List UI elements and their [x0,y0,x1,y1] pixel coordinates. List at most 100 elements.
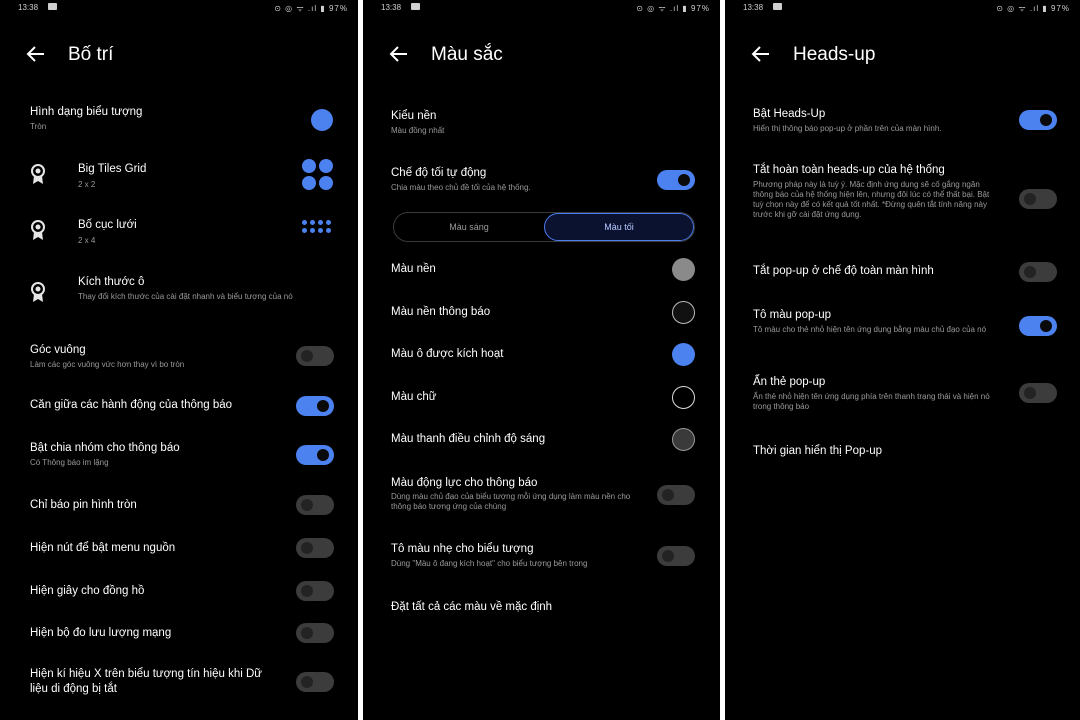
setting-value: 2 x 4 [78,236,96,245]
power-menu-setting[interactable]: Hiện nút để bật menu nguồn [0,537,358,561]
round-battery-toggle[interactable] [296,495,334,515]
setting-description: Có Thông báo im lặng [30,458,109,467]
enable-headsup-setting[interactable]: Bật Heads-Up Hiển thị thông báo pop-up ở… [725,104,1080,140]
status-time: 13:38 [743,3,764,12]
setting-label-continued: liệu di động bị tắt [30,683,117,695]
setting-value: 2 x 2 [78,180,96,189]
app-bar: Heads-up [725,38,1080,70]
active-tile-color-setting[interactable]: Màu ô được kích hoạt [363,343,720,367]
setting-label: Màu nền thông báo [391,306,491,318]
setting-label: Hiện kí hiệu X trên biểu tượng tín hiệu … [30,668,262,680]
center-actions-toggle[interactable] [296,396,334,416]
disable-system-headsup-setting[interactable]: Tắt hoàn toàn heads-up của hệ thống Phươ… [725,160,1080,240]
setting-label: Kích thước ô [78,276,145,288]
dark-colors-tab[interactable]: Màu tối [544,213,694,241]
setting-label: Màu ô được kích hoạt [391,348,504,360]
setting-label: Thời gian hiển thị Pop-up [753,445,883,457]
notification-bg-color-setting[interactable]: Màu nền thông báo [363,301,720,325]
clock-seconds-setting[interactable]: Hiện giây cho đồng hồ [0,580,358,604]
tint-icons-setting[interactable]: Tô màu nhẹ cho biểu tượng Dùng "Màu ô đa… [363,540,720,574]
setting-value: Màu đồng nhất [391,126,445,135]
arrow-left-icon [751,46,769,62]
clock-seconds-toggle[interactable] [296,581,334,601]
setting-label: Màu nền [391,263,436,275]
hide-popup-card-toggle[interactable] [1019,383,1057,403]
reset-colors-label: Đặt tất cả các màu về mặc định [391,601,553,613]
center-actions-setting[interactable]: Căn giữa các hành động của thông báo [0,394,358,418]
group-notifications-toggle[interactable] [296,445,334,465]
group-notifications-setting[interactable]: Bật chia nhóm cho thông báo Có Thông báo… [0,438,358,474]
dynamic-notification-color-setting[interactable]: Màu động lực cho thông báo Dùng màu chủ … [363,474,720,518]
setting-description: Làm các góc vuông vức hơn thay vì bo trò… [30,360,185,369]
light-colors-tab[interactable]: Màu sáng [394,213,544,241]
colorize-popup-setting[interactable]: Tô màu pop-up Tô màu cho thẻ nhỏ hiện tê… [725,305,1080,349]
brightness-bar-color-setting[interactable]: Màu thanh điều chỉnh độ sáng [363,428,720,452]
setting-description: Tô màu cho thẻ nhỏ hiện tên ứng dụng bằn… [753,325,987,334]
setting-label: Hiện nút để bật menu nguồn [30,542,176,554]
setting-label: Tắt hoàn toàn heads-up của hệ thống [753,164,945,176]
setting-label: Màu thanh điều chỉnh độ sáng [391,433,546,445]
setting-label: Ẩn thẻ pop-up [753,376,826,388]
setting-label: Kiểu nền [391,110,437,122]
setting-description: Ẩn thẻ nhỏ hiện tên ứng dụng phía trên t… [753,392,990,411]
setting-label: Bật chia nhóm cho thông báo [30,442,180,454]
app-bar: Bố trí [0,38,358,70]
back-button[interactable] [749,42,773,66]
setting-label: Chế độ tối tự động [391,167,487,179]
color-swatch[interactable] [672,343,695,366]
setting-value: Tròn [30,122,47,131]
round-battery-setting[interactable]: Chỉ báo pin hình tròn [0,494,358,518]
page-title: Bố trí [68,44,114,65]
auto-dark-toggle[interactable] [657,170,695,190]
auto-dark-setting[interactable]: Chế độ tối tự động Chia màu theo chủ đề … [363,162,720,198]
colorize-popup-toggle[interactable] [1019,316,1057,336]
color-swatch[interactable] [672,301,695,324]
setting-label: Màu chữ [391,391,437,403]
setting-label: Căn giữa các hành động của thông báo [30,399,233,411]
hide-popup-card-setting[interactable]: Ẩn thẻ pop-up Ẩn thẻ nhỏ hiện tên ứng dụ… [725,372,1080,416]
disable-system-headsup-toggle[interactable] [1019,189,1057,209]
setting-label: Hiện giây cho đồng hồ [30,585,145,597]
square-corners-setting[interactable]: Góc vuông Làm các góc vuông vức hơn thay… [0,340,358,376]
grid-layout-setting[interactable]: Bố cục lưới 2 x 4 [0,212,358,256]
tile-size-setting[interactable]: Kích thước ô Thay đổi kích thước của cài… [0,270,358,320]
dynamic-notification-color-toggle[interactable] [657,485,695,505]
x-signal-toggle[interactable] [296,672,334,692]
popup-display-time-setting[interactable]: Thời gian hiển thị Pop-up [725,440,1080,464]
setting-label: Hình dạng biểu tượng [30,106,143,118]
reset-colors-setting[interactable]: Đặt tất cả các màu về mặc định [363,596,720,620]
award-icon [31,282,45,302]
background-style-setting[interactable]: Kiểu nền Màu đồng nhất [363,106,720,140]
text-color-setting[interactable]: Màu chữ [363,386,720,410]
setting-label: Góc vuông [30,344,86,356]
theme-segmented-control: Màu sáng Màu tối [393,212,695,242]
notification-icon [773,3,782,10]
traffic-meter-toggle[interactable] [296,623,334,643]
traffic-meter-setting[interactable]: Hiện bộ đo lưu lượng mạng [0,622,358,646]
status-time: 13:38 [18,3,39,12]
setting-label: Big Tiles Grid [78,163,147,175]
tint-icons-toggle[interactable] [657,546,695,566]
award-icon [31,220,45,240]
big-tiles-setting[interactable]: Big Tiles Grid 2 x 2 [0,156,358,200]
grid-2x4-preview [302,220,331,233]
icon-shape-setting[interactable]: Hình dạng biểu tượng Tròn [0,100,358,140]
color-swatch[interactable] [672,386,695,409]
color-swatch[interactable] [672,428,695,451]
back-button[interactable] [387,42,411,66]
status-bar: 13:38 ⊙ ◎ ᯤ .ıl ▮ 97% [363,0,720,14]
page-title: Màu sắc [431,44,503,65]
background-color-setting[interactable]: Màu nền [363,258,720,282]
power-menu-toggle[interactable] [296,538,334,558]
enable-headsup-toggle[interactable] [1019,110,1057,130]
fullscreen-popup-setting[interactable]: Tắt pop-up ở chế độ toàn màn hình [725,260,1080,284]
fullscreen-popup-toggle[interactable] [1019,262,1057,282]
back-button[interactable] [24,42,48,66]
setting-label: Bố cục lưới [78,219,137,231]
setting-description: Thay đổi kích thước của cài đặt nhanh và… [78,292,293,301]
square-corners-toggle[interactable] [296,346,334,366]
setting-description: Dùng "Màu ô đang kích hoạt" cho biểu tượ… [391,559,588,568]
setting-label: Chỉ báo pin hình tròn [30,499,137,511]
x-signal-setting[interactable]: Hiện kí hiệu X trên biểu tượng tín hiệu … [0,666,358,700]
color-swatch[interactable] [672,258,695,281]
